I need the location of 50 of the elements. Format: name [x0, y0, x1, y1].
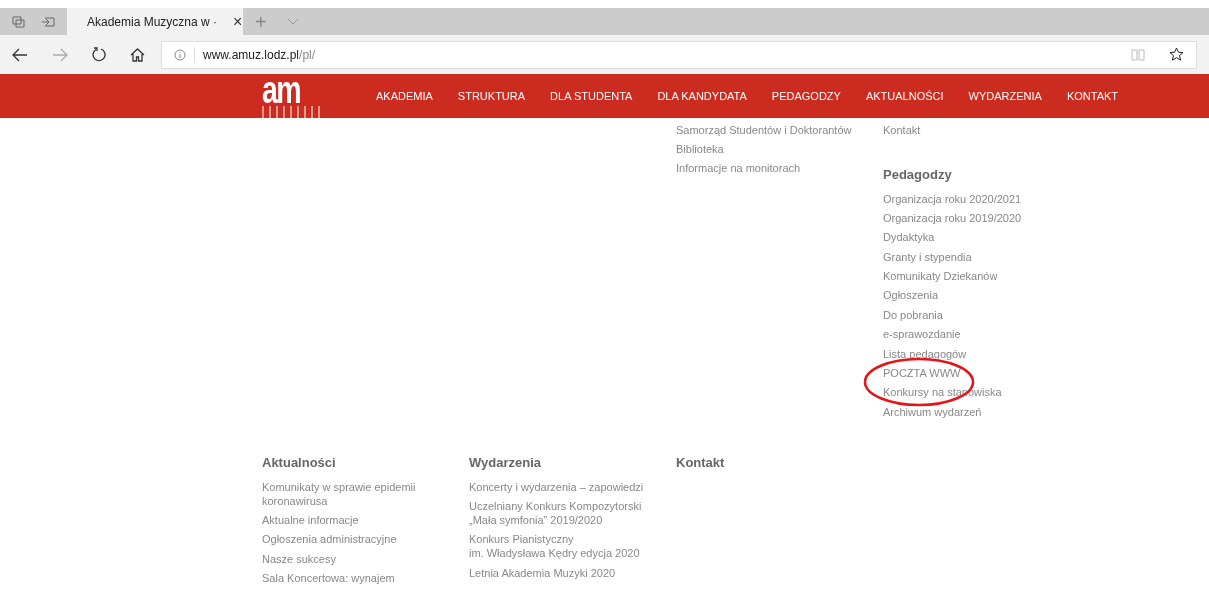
footer-link[interactable]: Dydaktyka [883, 227, 1083, 247]
nav-link[interactable]: AKTUALNOŚCI [865, 87, 944, 105]
footer-link[interactable]: e-sprawozdanie [883, 324, 1083, 344]
close-tab-button[interactable]: × [233, 13, 243, 30]
nav-link[interactable]: KONTAKT [1066, 87, 1119, 105]
footer-link[interactable]: Archiwum wydarzeń [883, 402, 1083, 422]
footer-link[interactable]: Koncerty i wydarzenia – zapowiedzi [469, 476, 645, 497]
footer-link[interactable]: Komunikaty Dziekanów [883, 266, 1083, 286]
section-heading: Pedagodzy [883, 166, 953, 185]
footer-link[interactable]: Komunikaty w sprawie epidemii koronawirusa [262, 476, 438, 511]
url-text: www.amuz.lodz.pl/pl/ [203, 46, 316, 64]
footer-link[interactable]: Biblioteka [676, 139, 852, 159]
footer-link[interactable]: Organizacja roku 2020/2021 [883, 188, 1083, 209]
footer-link[interactable]: Ogłoszenia [883, 285, 1083, 306]
footer-link[interactable]: Sala Koncertowa: wynajem [262, 568, 438, 588]
footer-link[interactable]: Aktualne informacje [262, 510, 438, 530]
section-heading: Wydarzenia [469, 454, 542, 473]
nav-link[interactable]: AKADEMIA [376, 87, 433, 105]
address-bar[interactable]: www.amuz.lodz.pl/pl/ [161, 40, 1197, 69]
section-heading: Kontakt [676, 454, 726, 473]
footer-link[interactable]: Ogłoszenia administracyjne [262, 529, 438, 549]
forward-icon[interactable] [52, 47, 68, 62]
browser-tab[interactable]: Akademia Muzyczna w · × [67, 8, 243, 35]
nav-link[interactable]: DLA KANDYDATA [657, 87, 747, 105]
footer-link[interactable]: Letnia Akademia Muzyki 2020 [469, 563, 645, 583]
section-heading: Aktualności [262, 454, 337, 473]
tabs-aside-icon[interactable] [12, 15, 25, 28]
footer-link[interactable]: Samorząd Studentów i Doktorantów [676, 120, 852, 140]
footer-link[interactable]: Nasze sukcesy [262, 549, 438, 569]
nav-link[interactable]: DLA STUDENTA [550, 87, 633, 105]
footer-link[interactable]: Granty i stypendia [883, 247, 1083, 267]
set-aside-icon[interactable] [41, 16, 55, 27]
back-icon[interactable] [12, 47, 28, 62]
info-icon [174, 48, 186, 61]
footer-link[interactable]: Lista pedagogów [883, 343, 1083, 364]
refresh-icon[interactable] [92, 47, 106, 62]
footer-link[interactable]: Organizacja roku 2019/2020 [883, 208, 1083, 228]
footer-link[interactable]: POCZTA WWW [883, 363, 1083, 383]
footer-link[interactable]: Informacje na monitorach [676, 158, 852, 179]
new-tab-button[interactable]: + [255, 11, 267, 32]
nav-link[interactable]: WYDARZENIA [968, 87, 1042, 105]
footer-link[interactable]: Do pobrania [883, 305, 1083, 325]
nav-link[interactable]: STRUKTURA [457, 87, 526, 105]
logo[interactable]: am [262, 74, 320, 118]
home-icon[interactable] [130, 47, 145, 62]
footer-link[interactable]: Uczelniany Konkurs Kompozytorski „Mała symfonia” 2019/2020 [469, 496, 645, 530]
footer-link[interactable]: Kontakt [883, 120, 1083, 140]
footer-link[interactable]: Konkurs Pianistyczny im. Władysława Kędry edycja 2020 [469, 529, 645, 563]
star-icon[interactable] [1169, 47, 1184, 62]
nav-link[interactable]: PEDAGODZY [771, 87, 841, 105]
